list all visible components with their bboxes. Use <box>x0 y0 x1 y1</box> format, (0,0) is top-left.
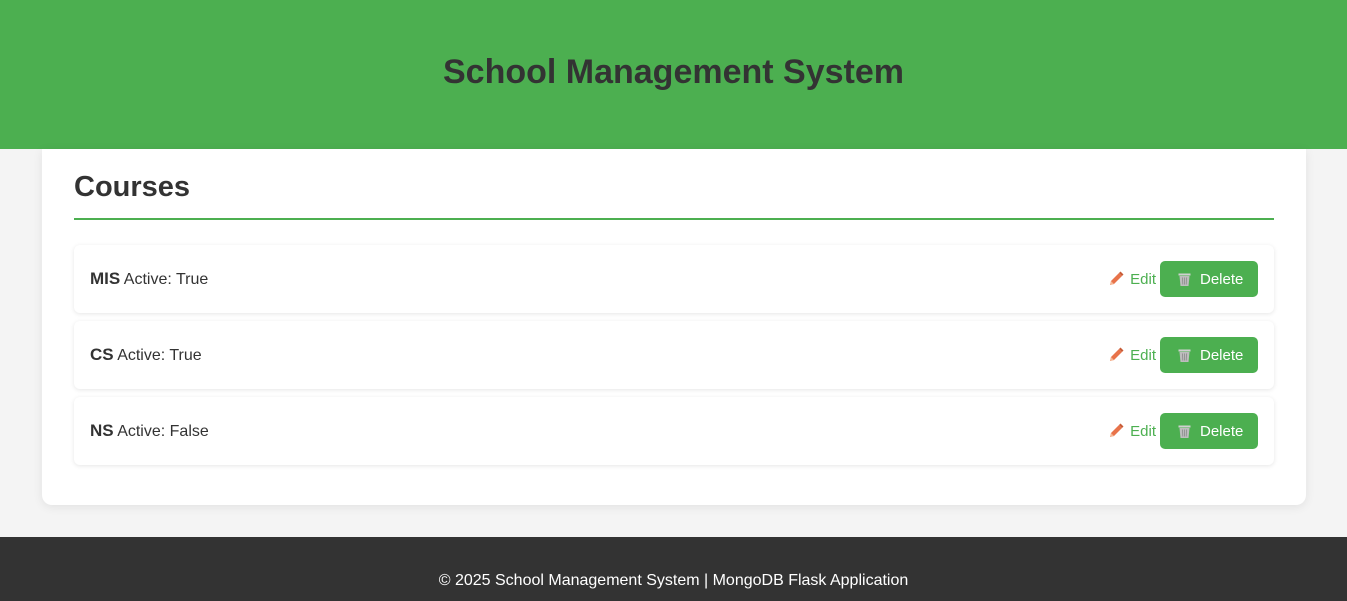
site-header: School Management System <box>0 0 1347 149</box>
delete-button[interactable]: Delete <box>1160 413 1258 449</box>
course-name: MIS <box>90 269 121 288</box>
course-name: NS <box>90 421 114 440</box>
course-status: Active: True <box>117 347 202 364</box>
pencil-icon <box>1110 423 1124 437</box>
edit-label: Edit <box>1130 422 1156 440</box>
edit-link[interactable]: Edit <box>1108 347 1156 364</box>
course-name: CS <box>90 345 114 364</box>
edit-link[interactable]: Edit <box>1108 271 1156 288</box>
page-title: School Management System <box>442 53 904 91</box>
courses-card: Courses MIS Active: True Edit Delete CS … <box>42 149 1306 505</box>
course-status: Active: True <box>123 271 209 288</box>
wastebasket-icon <box>1178 273 1191 286</box>
course-status: Active: False <box>117 423 209 440</box>
section-title: Courses <box>74 171 191 203</box>
pencil-icon <box>1110 347 1124 361</box>
wastebasket-icon <box>1178 349 1191 362</box>
delete-label: Delete <box>1200 346 1244 364</box>
list-item: CS Active: True Edit Delete <box>74 321 1274 389</box>
course-actions: Edit Delete <box>1108 261 1258 297</box>
delete-button[interactable]: Delete <box>1160 337 1258 373</box>
course-list: MIS Active: True Edit Delete CS Active: … <box>74 245 1274 473</box>
site-footer: © 2025 School Management System | MongoD… <box>0 537 1347 601</box>
course-info: NS Active: False <box>90 421 209 441</box>
course-actions: Edit Delete <box>1108 413 1258 449</box>
delete-label: Delete <box>1200 422 1244 440</box>
pencil-icon <box>1110 271 1124 285</box>
footer-text: © 2025 School Management System | MongoD… <box>438 572 909 589</box>
course-actions: Edit Delete <box>1108 337 1258 373</box>
wastebasket-icon <box>1178 425 1191 438</box>
edit-link[interactable]: Edit <box>1108 423 1156 440</box>
list-item: MIS Active: True Edit Delete <box>74 245 1274 313</box>
list-item: NS Active: False Edit Delete <box>74 397 1274 465</box>
delete-label: Delete <box>1200 270 1244 288</box>
edit-label: Edit <box>1130 270 1156 288</box>
section-divider <box>74 218 1274 220</box>
delete-button[interactable]: Delete <box>1160 261 1258 297</box>
course-info: MIS Active: True <box>90 269 208 289</box>
course-info: CS Active: True <box>90 345 202 365</box>
edit-label: Edit <box>1130 346 1156 364</box>
